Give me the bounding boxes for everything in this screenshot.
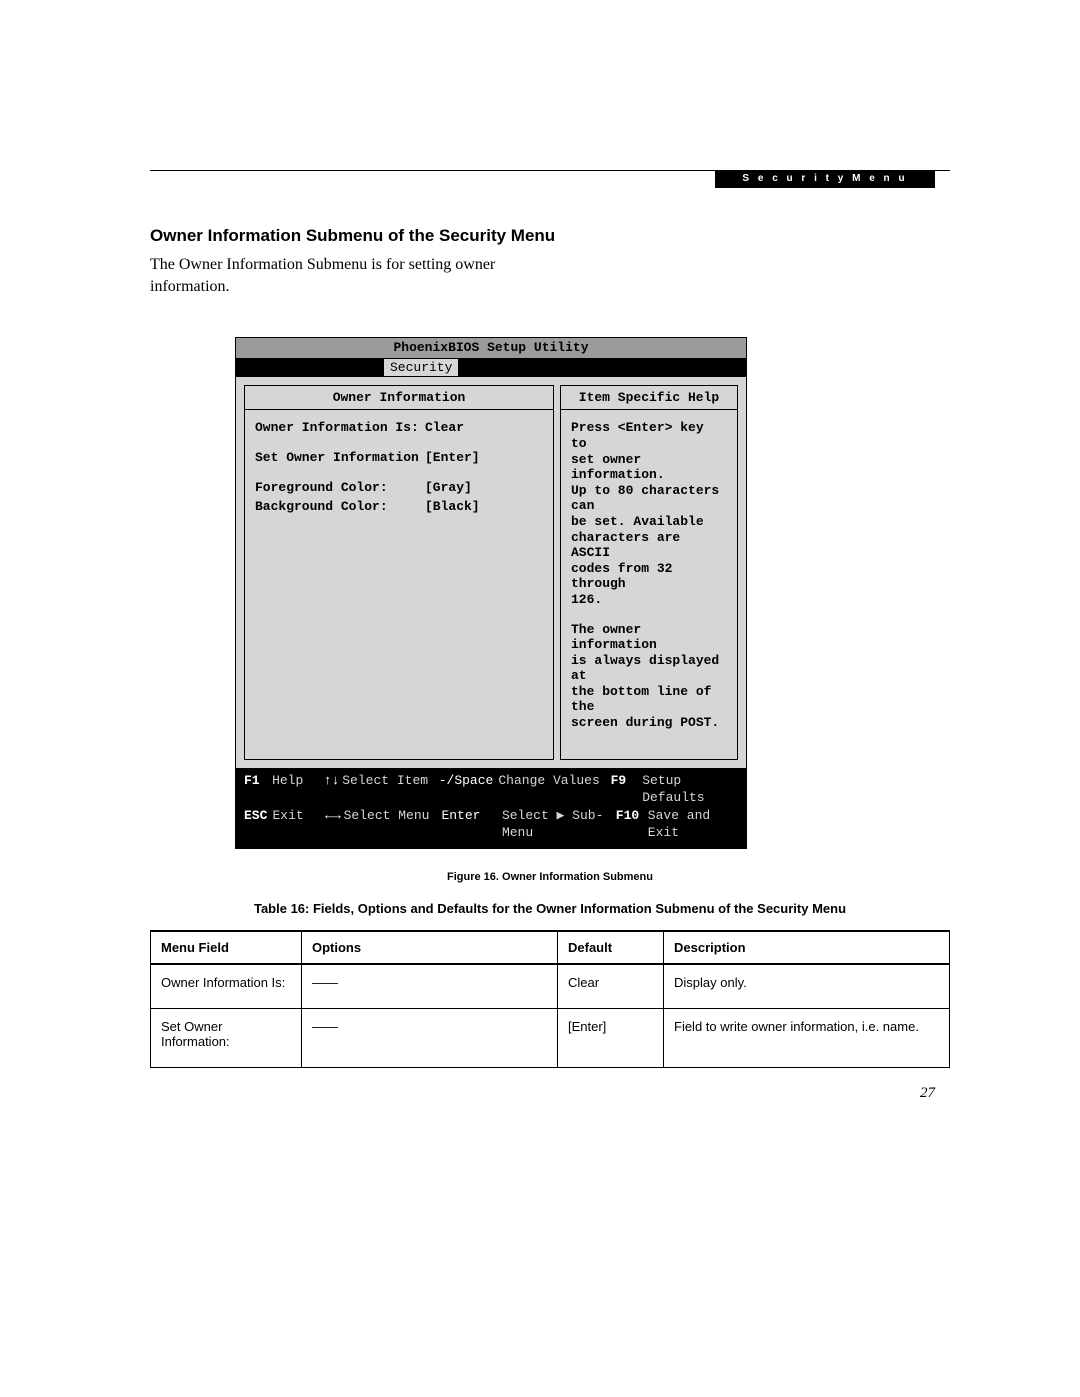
bios-value: Clear xyxy=(425,420,543,436)
td-menu-field: Owner Information Is: xyxy=(151,964,302,1009)
td-default: [Enter] xyxy=(558,1008,664,1067)
key-f10: F10 xyxy=(616,807,648,842)
figure-caption: Figure 16. Owner Information Submenu xyxy=(150,871,950,883)
table-header-row: Menu Field Options Default Description xyxy=(151,931,950,964)
key-minus-space: -/Space xyxy=(439,772,499,807)
content-column: Owner Information Submenu of the Securit… xyxy=(150,170,950,1068)
bios-row-owner-info-is: Owner Information Is: Clear xyxy=(255,420,543,436)
th-description: Description xyxy=(664,931,950,964)
key-f9: F9 xyxy=(611,772,643,807)
bios-label: Set Owner Information xyxy=(255,450,425,466)
bios-label: Owner Information Is: xyxy=(255,420,425,436)
bios-tab-bar: Security xyxy=(236,359,746,377)
action-exit: Exit xyxy=(272,807,322,842)
bios-right-panel: Item Specific Help Press <Enter> key to … xyxy=(560,385,738,760)
bios-value: [Black] xyxy=(425,499,543,515)
intro-paragraph: The Owner Information Submenu is for set… xyxy=(150,254,530,297)
bios-value: [Gray] xyxy=(425,480,543,496)
th-default: Default xyxy=(558,931,664,964)
action-help: Help xyxy=(272,772,321,807)
bios-row-fg-color: Foreground Color: [Gray] xyxy=(255,480,543,496)
td-menu-field: Set Owner Information: xyxy=(151,1008,302,1067)
label-select-item: Select Item xyxy=(342,772,438,807)
bios-label: Foreground Color: xyxy=(255,480,425,496)
bios-help-p2: The owner information is always displaye… xyxy=(571,622,727,731)
bios-left-content: Owner Information Is: Clear Set Owner In… xyxy=(245,410,553,664)
section-title: Owner Information Submenu of the Securit… xyxy=(150,226,950,246)
bios-left-panel: Owner Information Owner Information Is: … xyxy=(244,385,554,760)
bios-help-p1: Press <Enter> key to set owner informati… xyxy=(571,420,727,607)
bios-row-bg-color: Background Color: [Black] xyxy=(255,499,543,515)
page-number: 27 xyxy=(920,1085,935,1102)
key-esc: ESC xyxy=(244,807,272,842)
bios-footer-row-2: ESC Exit ←→ Select Menu Enter Select ▶ S… xyxy=(244,807,738,842)
bios-row-set-owner-info: Set Owner Information [Enter] xyxy=(255,450,543,466)
table-row: Set Owner Information: —— [Enter] Field … xyxy=(151,1008,950,1067)
bios-body: Owner Information Owner Information Is: … xyxy=(236,377,746,768)
arrows-updown-icon: ↑↓ xyxy=(321,772,342,807)
key-enter: Enter xyxy=(441,807,501,842)
table-row: Owner Information Is: —— Clear Display o… xyxy=(151,964,950,1009)
label-select-menu: Select Menu xyxy=(344,807,442,842)
td-description: Display only. xyxy=(664,964,950,1009)
label-change-values: Change Values xyxy=(498,772,610,807)
label-select-submenu: Select ▶ Sub-Menu xyxy=(502,807,616,842)
bios-label: Background Color: xyxy=(255,499,425,515)
td-options: —— xyxy=(302,964,558,1009)
th-options: Options xyxy=(302,931,558,964)
bios-footer: F1 Help ↑↓ Select Item -/Space Change Va… xyxy=(236,768,746,848)
bios-left-heading: Owner Information xyxy=(245,386,553,411)
table-caption: Table 16: Fields, Options and Defaults f… xyxy=(150,901,950,916)
bios-tab-security: Security xyxy=(384,359,458,377)
action-save-exit: Save and Exit xyxy=(648,807,738,842)
td-default: Clear xyxy=(558,964,664,1009)
fields-table: Menu Field Options Default Description O… xyxy=(150,930,950,1068)
td-description: Field to write owner information, i.e. n… xyxy=(664,1008,950,1067)
bios-screenshot: PhoenixBIOS Setup Utility Security Owner… xyxy=(235,337,747,849)
arrows-leftright-icon: ←→ xyxy=(322,807,343,842)
bios-right-heading: Item Specific Help xyxy=(561,386,737,411)
bios-value: [Enter] xyxy=(425,450,543,466)
bios-help-content: Press <Enter> key to set owner informati… xyxy=(561,410,737,758)
key-f1: F1 xyxy=(244,772,272,807)
page: Owner Information Submenu of the Securit… xyxy=(0,0,1080,1397)
th-menu-field: Menu Field xyxy=(151,931,302,964)
header-tag: S e c u r i t y M e n u xyxy=(715,170,935,188)
bios-title: PhoenixBIOS Setup Utility xyxy=(236,338,746,359)
bios-footer-row-1: F1 Help ↑↓ Select Item -/Space Change Va… xyxy=(244,772,738,807)
action-setup-defaults: Setup Defaults xyxy=(642,772,738,807)
td-options: —— xyxy=(302,1008,558,1067)
